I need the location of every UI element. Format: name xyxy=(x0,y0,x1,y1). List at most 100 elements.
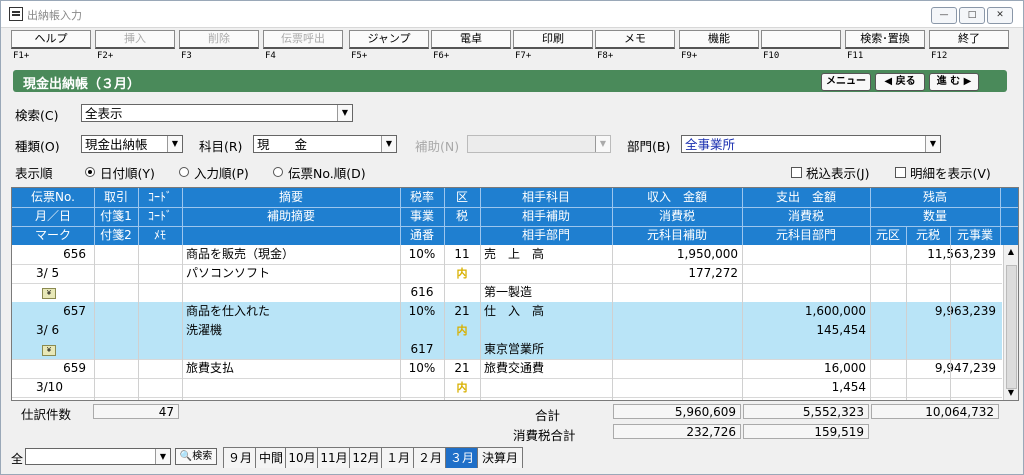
voucher-no: 657 xyxy=(63,304,86,318)
balance: 9,963,239 xyxy=(934,304,996,318)
tab-oct[interactable]: 10月 xyxy=(285,447,319,468)
type-label: 種類(O) xyxy=(15,139,60,154)
balance: 11,563,239 xyxy=(927,247,996,261)
header-tag2: 付箋2 xyxy=(100,228,132,242)
window: 出納帳入力 — □ ✕ ヘルプ F1+ 挿入 F2+ 削除 F3 伝票呼出 F4 ジャン… xyxy=(0,0,1024,475)
voucher-no: 659 xyxy=(63,361,86,375)
fkey-label: 印刷 xyxy=(513,30,593,49)
close-button[interactable]: ✕ xyxy=(987,7,1013,24)
partner-account: 売 上 高 xyxy=(484,247,545,261)
chevron-down-icon: ▼ xyxy=(155,449,170,464)
checkbox-label: 明細を表示(V) xyxy=(910,166,991,181)
radio-icon xyxy=(273,167,283,177)
next-button[interactable]: 進 む ▶ xyxy=(929,73,979,91)
tax-incl-checkbox[interactable]: 税込表示(J) xyxy=(791,163,869,182)
restore-button[interactable]: □ xyxy=(959,7,985,24)
scroll-up-icon[interactable]: ▲ xyxy=(1004,245,1018,259)
fkey-exit[interactable]: 終了 F12 xyxy=(929,30,1009,64)
fkey-key: F1+ xyxy=(13,51,30,61)
table-row[interactable]: 659 旅費支払 10% 21 旅費交通費 16,000 9,947,239 xyxy=(12,359,1002,379)
header-date: 月／日 xyxy=(34,209,71,223)
table-row[interactable]: ¥ 616 第一製造 xyxy=(12,283,1002,303)
header-income: 収入 金額 xyxy=(646,190,707,204)
all-label: 全 xyxy=(11,452,24,466)
order-date-radio[interactable]: 日付順(Y) xyxy=(85,163,155,182)
sum-label: 合計 xyxy=(535,408,561,423)
window-title: 出納帳入力 xyxy=(27,9,82,22)
fkey-label: 検索･置換 xyxy=(845,30,925,49)
entry-date: 3/ 6 xyxy=(36,323,60,337)
fkey-key: F5+ xyxy=(351,51,368,61)
header-tag1: 付箋1 xyxy=(100,209,132,223)
filter-select[interactable]: ▼ xyxy=(25,448,171,465)
tab-feb[interactable]: ２月 xyxy=(413,447,447,468)
income-amount: 1,950,000 xyxy=(676,247,738,261)
scroll-thumb[interactable] xyxy=(1006,265,1017,389)
header-code2: ｺｰﾄﾞ xyxy=(147,209,172,223)
tax-kubun: 21 xyxy=(454,361,470,375)
fkey-function[interactable]: 機能 F9+ xyxy=(679,30,759,64)
fkey-label: 削除 xyxy=(179,30,259,49)
table-row[interactable]: 656 商品を販売（現金） 10% 11 売 上 高 1,950,000 11,… xyxy=(12,245,1002,265)
menu-button[interactable]: メニュー xyxy=(821,73,871,91)
fkey-insert[interactable]: 挿入 F2+ xyxy=(95,30,175,64)
tab-nov[interactable]: 11月 xyxy=(317,447,351,468)
fkey-search-replace[interactable]: 検索･置換 F11 xyxy=(845,30,925,64)
fkey-jump[interactable]: ジャンプ F5+ xyxy=(349,30,429,64)
income-tax: 177,272 xyxy=(688,266,738,280)
back-button[interactable]: ◀ 戻る xyxy=(875,73,925,91)
vertical-scrollbar[interactable]: ▲ ▼ xyxy=(1003,245,1018,400)
app-icon xyxy=(9,7,23,21)
description: 旅費支払 xyxy=(186,361,235,375)
fkey-print[interactable]: 印刷 F7+ xyxy=(513,30,593,64)
entry-date: 3/10 xyxy=(36,380,63,394)
partner-account: 旅費交通費 xyxy=(484,361,545,375)
minimize-button[interactable]: — xyxy=(931,7,957,24)
fkey-memo[interactable]: メモ F8+ xyxy=(595,30,675,64)
search-select[interactable]: 全表示 ▼ xyxy=(81,104,353,122)
scroll-down-icon[interactable]: ▼ xyxy=(1004,386,1018,400)
tab-sep[interactable]: ９月 xyxy=(223,447,257,468)
table-row[interactable]: 3/ 5 パソコンソフト 内 177,272 xyxy=(12,264,1002,284)
table-row[interactable]: ¥ 617 東京営業所 xyxy=(12,340,1002,360)
ledger-title-bar: 現金出納帳（３月） メニュー ◀ 戻る 進 む ▶ xyxy=(13,70,1007,92)
fkey-voucher-call[interactable]: 伝票呼出 F4 xyxy=(263,30,343,64)
tab-interim[interactable]: 中間 xyxy=(255,447,287,468)
radio-icon xyxy=(179,167,189,177)
fkey-f10[interactable]: F10 xyxy=(761,30,841,64)
sub-select: ▼ xyxy=(467,135,611,153)
search-icon: 🔍 xyxy=(179,451,193,462)
header-partner-sub: 相手補助 xyxy=(521,209,570,223)
radio-label: 伝票No.順(D) xyxy=(288,166,366,181)
tab-dec[interactable]: 12月 xyxy=(349,447,383,468)
fkey-label: 伝票呼出 xyxy=(263,30,343,49)
account-select[interactable]: 現 金 ▼ xyxy=(253,135,397,153)
dept-select[interactable]: 全事業所 ▼ xyxy=(681,135,941,153)
search-button[interactable]: 🔍検索 xyxy=(175,448,217,465)
header-tax: 税 xyxy=(455,209,468,223)
function-key-bar: ヘルプ F1+ 挿入 F2+ 削除 F3 伝票呼出 F4 ジャンプ F5+ 電卓 F6+ 印… xyxy=(11,30,1011,64)
fkey-delete[interactable]: 削除 F3 xyxy=(179,30,259,64)
table-row[interactable]: 3/ 6 洗濯機 内 145,454 xyxy=(12,321,1002,341)
fkey-help[interactable]: ヘルプ F1+ xyxy=(11,30,91,64)
title-bar: 出納帳入力 — □ ✕ xyxy=(1,1,1023,28)
type-select[interactable]: 現金出納帳 ▼ xyxy=(81,135,183,153)
tab-mar[interactable]: ３月 xyxy=(445,447,479,468)
count-label: 仕訳件数 xyxy=(21,407,72,422)
table-row[interactable]: 657 商品を仕入れた 10% 21 仕 入 高 1,600,000 9,963… xyxy=(12,302,1002,322)
fkey-calculator[interactable]: 電卓 F6+ xyxy=(431,30,511,64)
tab-closing[interactable]: 決算月 xyxy=(477,447,523,468)
table-row[interactable]: 3/10 内 1,454 xyxy=(12,378,1002,398)
description: 商品を販売（現金） xyxy=(186,247,295,261)
detail-checkbox[interactable]: 明細を表示(V) xyxy=(895,163,991,182)
tab-jan[interactable]: １月 xyxy=(381,447,415,468)
header-serial: 通番 xyxy=(409,228,434,242)
order-voucher-radio[interactable]: 伝票No.順(D) xyxy=(273,163,366,182)
header-business: 事業 xyxy=(409,209,434,223)
header-sub-desc: 補助摘要 xyxy=(266,209,315,223)
chevron-down-icon: ▼ xyxy=(337,105,352,121)
fkey-key: F9+ xyxy=(681,51,698,61)
header-expense: 支出 金額 xyxy=(775,190,836,204)
order-input-radio[interactable]: 入力順(P) xyxy=(179,163,249,182)
radio-label: 日付順(Y) xyxy=(100,166,155,181)
